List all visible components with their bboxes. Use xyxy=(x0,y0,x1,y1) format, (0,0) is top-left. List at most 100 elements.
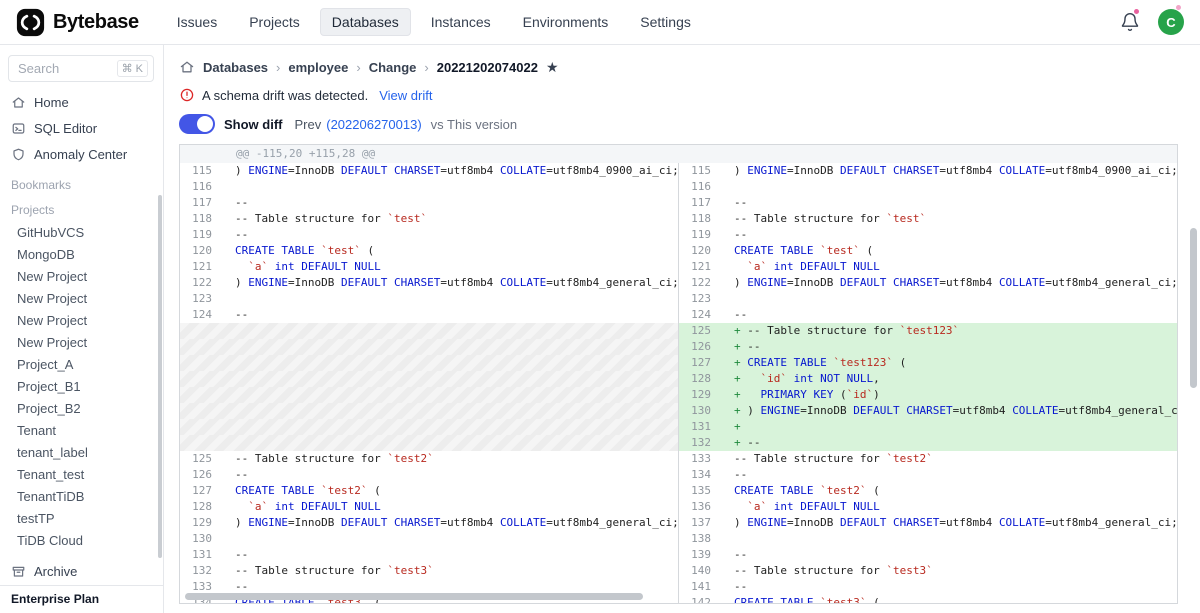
line-number: 125 xyxy=(679,323,721,339)
nav-item-issues[interactable]: Issues xyxy=(165,8,229,36)
diff-line-right: 140-- Table structure for `test3` xyxy=(678,563,1177,579)
diff-line-right: 138 xyxy=(678,531,1177,547)
code-line xyxy=(222,435,678,451)
show-diff-toggle[interactable] xyxy=(179,114,215,134)
breadcrumb-item[interactable]: Change xyxy=(369,60,417,75)
line-number: 119 xyxy=(180,227,222,243)
code-line: -- Table structure for `test` xyxy=(222,211,678,227)
sidebar-project-item[interactable]: MongoDB xyxy=(0,244,163,266)
sidebar-project-item[interactable]: Tenant xyxy=(0,420,163,442)
code-line: + -- Table structure for `test123` xyxy=(721,323,1177,339)
top-navbar: Bytebase Issues Projects Databases Instance… xyxy=(0,0,1200,45)
code-line: `a` int DEFAULT NULL xyxy=(222,259,678,275)
diff-line-left: 119-- xyxy=(180,227,678,243)
code-line: + ) ENGINE=InnoDB DEFAULT CHARSET=utf8mb… xyxy=(721,403,1177,419)
breadcrumb-item: 20221202074022 xyxy=(437,60,538,75)
diff-row: 131--139-- xyxy=(180,547,1177,563)
diff-line-right: 131+ xyxy=(678,419,1177,435)
show-diff-label: Show diff xyxy=(224,117,283,132)
view-drift-link[interactable]: View drift xyxy=(379,88,432,103)
sidebar-project-item[interactable]: New Project xyxy=(0,288,163,310)
diff-row: 127CREATE TABLE `test2` (135CREATE TABLE… xyxy=(180,483,1177,499)
sidebar-item-home[interactable]: Home xyxy=(0,90,163,116)
diff-line-left: 126-- xyxy=(180,467,678,483)
line-number: 121 xyxy=(180,259,222,275)
line-number: 127 xyxy=(679,355,721,371)
home-icon[interactable] xyxy=(179,59,195,75)
diff-line-left: 121 `a` int DEFAULT NULL xyxy=(180,259,678,275)
nav-item-settings[interactable]: Settings xyxy=(628,8,703,36)
code-line: CREATE TABLE `test` ( xyxy=(721,243,1177,259)
nav-item-databases[interactable]: Databases xyxy=(320,8,411,36)
sidebar-item-sql-editor[interactable]: SQL Editor xyxy=(0,116,163,142)
line-number: 116 xyxy=(679,179,721,195)
diff-row: 129+ PRIMARY KEY (`id`) xyxy=(180,387,1177,403)
shield-icon xyxy=(11,147,26,162)
sidebar-item-anomaly-center[interactable]: Anomaly Center xyxy=(0,141,163,167)
bytebase-logo-icon xyxy=(16,8,45,37)
code-line xyxy=(222,371,678,387)
search-box[interactable]: ⌘ K xyxy=(8,55,154,82)
nav-item-environments[interactable]: Environments xyxy=(511,8,621,36)
diff-line-left: 122) ENGINE=InnoDB DEFAULT CHARSET=utf8m… xyxy=(180,275,678,291)
line-number: 120 xyxy=(180,243,222,259)
code-line: -- xyxy=(721,307,1177,323)
diff-line-right: 132+ -- xyxy=(678,435,1177,451)
prev-version-link[interactable]: (202206270013) xyxy=(326,117,421,132)
sidebar-project-item[interactable]: Project_B2 xyxy=(0,398,163,420)
diff-row: 115) ENGINE=InnoDB DEFAULT CHARSET=utf8m… xyxy=(180,163,1177,179)
diff-line-right: 136 `a` int DEFAULT NULL xyxy=(678,499,1177,515)
sidebar-project-item[interactable]: TiDB Cloud xyxy=(0,530,163,552)
sidebar-project-item[interactable]: testTP xyxy=(0,508,163,530)
diff-line-right: 115) ENGINE=InnoDB DEFAULT CHARSET=utf8m… xyxy=(678,163,1177,179)
vs-this-version-label: vs This version xyxy=(431,117,517,132)
sidebar-project-item[interactable]: Project_B1 xyxy=(0,376,163,398)
breadcrumb-separator: › xyxy=(356,60,360,75)
sidebar-project-item[interactable]: New Project xyxy=(0,266,163,288)
line-number: 139 xyxy=(679,547,721,563)
diff-line-right: 121 `a` int DEFAULT NULL xyxy=(678,259,1177,275)
diff-line-right: 134-- xyxy=(678,467,1177,483)
line-number xyxy=(180,371,222,387)
bookmark-star-icon[interactable]: ★ xyxy=(546,60,559,74)
project-list: GitHubVCSMongoDBNew ProjectNew ProjectNe… xyxy=(0,222,163,552)
notifications-bell-icon[interactable] xyxy=(1120,12,1140,32)
breadcrumb-item[interactable]: Databases xyxy=(203,60,268,75)
vertical-scrollbar-thumb[interactable] xyxy=(1190,228,1197,388)
sidebar-project-item[interactable]: New Project xyxy=(0,332,163,354)
nav-item-instances[interactable]: Instances xyxy=(419,8,503,36)
search-input[interactable] xyxy=(16,60,117,77)
sidebar-section-bookmarks[interactable]: Bookmarks xyxy=(0,167,163,197)
sidebar-project-item[interactable]: Tenant_test xyxy=(0,464,163,486)
horizontal-scrollbar-thumb[interactable] xyxy=(185,593,643,600)
code-line: + `id` int NOT NULL, xyxy=(721,371,1177,387)
diff-line-left: 123 xyxy=(180,291,678,307)
line-number: 118 xyxy=(180,211,222,227)
code-line: -- xyxy=(222,195,678,211)
sidebar-section-projects[interactable]: Projects xyxy=(0,197,163,222)
sidebar-project-item[interactable]: tenant_label xyxy=(0,442,163,464)
code-line: `a` int DEFAULT NULL xyxy=(222,499,678,515)
code-line: -- Table structure for `test` xyxy=(721,211,1177,227)
breadcrumb-item[interactable]: employee xyxy=(288,60,348,75)
user-avatar[interactable]: C xyxy=(1158,9,1184,35)
code-line: CREATE TABLE `test3` ( xyxy=(721,595,1177,604)
sidebar-item-archive[interactable]: Archive xyxy=(0,559,163,585)
prev-label: Prev xyxy=(295,117,322,132)
main-content: Databases›employee›Change›20221202074022… xyxy=(165,45,1200,613)
brand[interactable]: Bytebase xyxy=(16,8,139,37)
sidebar-project-item[interactable]: Project_A xyxy=(0,354,163,376)
diff-line-left: 115) ENGINE=InnoDB DEFAULT CHARSET=utf8m… xyxy=(180,163,678,179)
code-line: -- Table structure for `test3` xyxy=(721,563,1177,579)
sidebar-project-item[interactable]: TenantTiDB xyxy=(0,486,163,508)
sidebar-project-item[interactable]: New Project xyxy=(0,310,163,332)
diff-row: 124--124-- xyxy=(180,307,1177,323)
diff-line-left: 118-- Table structure for `test` xyxy=(180,211,678,227)
sidebar-project-item[interactable]: GitHubVCS xyxy=(0,222,163,244)
diff-line-left xyxy=(180,339,678,355)
diff-line-right: 137) ENGINE=InnoDB DEFAULT CHARSET=utf8m… xyxy=(678,515,1177,531)
nav-item-projects[interactable]: Projects xyxy=(237,8,312,36)
diff-line-left: 130 xyxy=(180,531,678,547)
code-line: -- xyxy=(222,547,678,563)
sidebar-scrollbar-thumb[interactable] xyxy=(158,195,162,558)
